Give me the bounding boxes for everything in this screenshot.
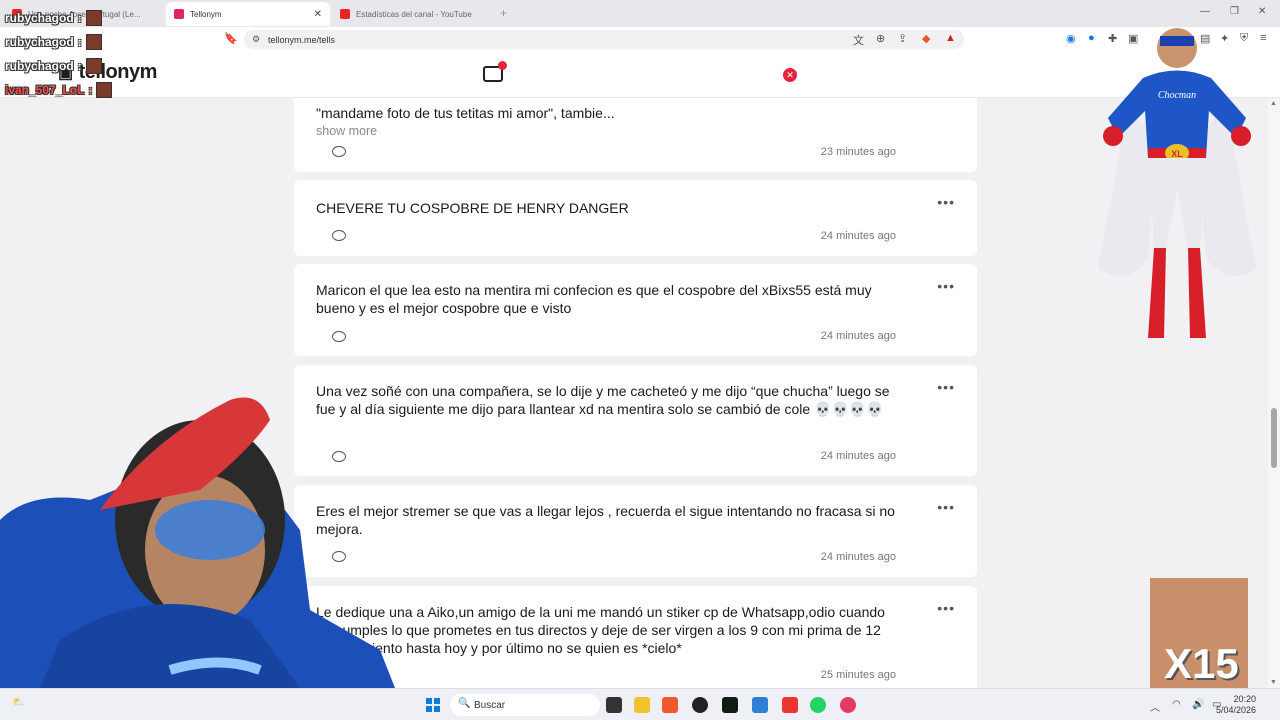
tellonym-icon <box>174 9 184 19</box>
chat-username: rubychagod <box>5 35 74 49</box>
hero-belt-text: XL <box>1171 149 1183 159</box>
close-tab-icon[interactable]: ✕ <box>314 9 322 20</box>
tell-text: Le dedique una a Aiko,un amigo de la uni… <box>316 604 885 656</box>
volume-icon[interactable]: 🔊 <box>1192 699 1204 710</box>
tab-label: Tellonym <box>190 9 222 19</box>
tell-time: 24 minutes ago <box>820 330 896 342</box>
comment-icon[interactable] <box>332 230 346 241</box>
zoom-icon[interactable]: ⊕ <box>876 32 885 45</box>
chat-username: rubychagod <box>5 11 74 25</box>
taskbar-clock[interactable]: 20:20 5/04/2026 <box>1216 694 1256 716</box>
webcam-overlay <box>0 397 395 688</box>
superhero-overlay: XL Chocman <box>1098 28 1256 338</box>
chat-emote <box>85 10 102 26</box>
file-explorer-icon[interactable] <box>634 697 650 713</box>
share-icon[interactable]: ⇪ <box>898 32 907 45</box>
tell-card: ••• Eres el mejor stremer se que vas a l… <box>294 485 977 577</box>
tell-card: "mandame foto de tus tetitas mi amor", t… <box>294 98 977 172</box>
tell-card: ••• Una vez soñé con una compañera, se l… <box>294 365 977 476</box>
task-view-icon[interactable] <box>606 697 622 713</box>
brave-icon[interactable] <box>662 697 678 713</box>
tab-label: Estadísticas del canal - YouTube Studio <box>356 9 474 19</box>
site-info-icon[interactable]: ⚙ <box>252 34 260 45</box>
translate-icon[interactable]: 文 <box>853 32 864 48</box>
chat-username: ivan_507_LoL <box>5 83 85 97</box>
show-more-link[interactable]: show more <box>316 124 377 138</box>
chat-message: rubychagod : <box>5 34 102 50</box>
more-options-icon[interactable]: ••• <box>937 194 955 210</box>
tell-text: "mandame foto de tus tetitas mi amor", t… <box>316 105 615 121</box>
comment-icon[interactable] <box>332 331 346 342</box>
chat-message: ivan_507_LoL : <box>5 82 113 98</box>
meme-label: X15 <box>1164 640 1239 687</box>
start-button[interactable] <box>426 698 440 712</box>
scroll-down-icon[interactable]: ▼ <box>1270 679 1277 686</box>
notification-dot <box>498 61 507 70</box>
new-tab-button[interactable]: + <box>500 6 507 20</box>
scrollbar-thumb[interactable] <box>1271 408 1277 468</box>
tab-tellonym[interactable]: Tellonym ✕ <box>166 2 330 26</box>
clock-date: 5/04/2026 <box>1215 705 1256 715</box>
bookmark-icon[interactable]: 🔖 <box>224 32 238 45</box>
taskbar-search[interactable]: 🔍 Buscar <box>450 694 600 716</box>
clock-time: 20:20 <box>1233 694 1256 704</box>
more-options-icon[interactable]: ••• <box>937 499 955 515</box>
tell-time: 25 minutes ago <box>820 669 896 681</box>
search-icon: 🔍 <box>458 698 471 709</box>
url-text: tellonym.me/tells <box>268 34 336 45</box>
inbox-icon[interactable] <box>483 61 507 82</box>
comment-icon[interactable] <box>332 146 346 157</box>
tray-chevron-icon[interactable]: ︿ <box>1150 699 1160 714</box>
whatsapp-icon[interactable] <box>810 697 826 713</box>
chat-emote <box>96 82 113 98</box>
youtube-icon <box>340 9 350 19</box>
more-options-icon[interactable]: ••• <box>937 278 955 294</box>
tell-text: Eres el mejor stremer se que vas a llega… <box>316 503 895 537</box>
hero-chest-logo: Chocman <box>1158 90 1196 101</box>
maximize-icon[interactable]: ❐ <box>1230 6 1239 17</box>
chat-emote <box>85 58 102 74</box>
scroll-up-icon[interactable]: ▲ <box>1270 100 1277 107</box>
tell-text: Una vez soñé con una compañera, se lo di… <box>316 383 890 417</box>
tell-text: Maricon el que lea esto na mentira mi co… <box>316 282 872 316</box>
meme-overlay: X15 <box>1150 578 1248 688</box>
chat-username: rubychagod <box>5 59 74 73</box>
weather-icon[interactable]: ⛅ <box>12 697 24 708</box>
chat-emote <box>85 34 102 50</box>
app-icon[interactable] <box>752 697 768 713</box>
more-options-icon[interactable]: ••• <box>937 379 955 395</box>
terminal-icon[interactable] <box>722 697 738 713</box>
more-options-icon[interactable]: ••• <box>937 600 955 616</box>
tell-time: 24 minutes ago <box>820 551 896 563</box>
tell-text: CHEVERE TU COSPOBRE DE HENRY DANGER <box>316 200 629 216</box>
audio-icon[interactable]: ◉ <box>1066 32 1076 45</box>
opera-icon[interactable] <box>840 697 856 713</box>
close-icon[interactable]: ✕ <box>783 68 797 82</box>
chat-message: rubychagod : <box>5 58 102 74</box>
tell-time: 24 minutes ago <box>820 230 896 242</box>
windows-taskbar: ⛅ 🔍 Buscar ︿ ◠ 🔊 ▭ 20:20 5/04/2026 <box>0 688 1280 720</box>
search-placeholder: Buscar <box>474 699 506 711</box>
minimize-icon[interactable]: — <box>1200 6 1210 17</box>
tab-youtube-studio[interactable]: Estadísticas del canal - YouTube Studio <box>332 2 492 26</box>
obs-icon[interactable] <box>692 697 708 713</box>
tell-card: ••• Le dedique una a Aiko,un amigo de la… <box>294 586 977 688</box>
chat-message: rubychagod : <box>5 10 102 26</box>
page-scrollbar[interactable]: ▲ ▼ <box>1268 98 1280 688</box>
brave-shield-icon[interactable]: ◆ <box>922 32 930 45</box>
tell-card: ••• CHEVERE TU COSPOBRE DE HENRY DANGER … <box>294 180 977 256</box>
brave-rewards-icon[interactable]: ▲ <box>945 32 956 44</box>
tell-time: 23 minutes ago <box>820 146 896 158</box>
close-window-icon[interactable]: ✕ <box>1258 6 1266 17</box>
tell-card: ••• Maricon el que lea esto na mentira m… <box>294 264 977 356</box>
brave-beta-icon[interactable] <box>782 697 798 713</box>
tell-time: 24 minutes ago <box>820 450 896 462</box>
wifi-icon[interactable]: ◠ <box>1172 699 1181 710</box>
